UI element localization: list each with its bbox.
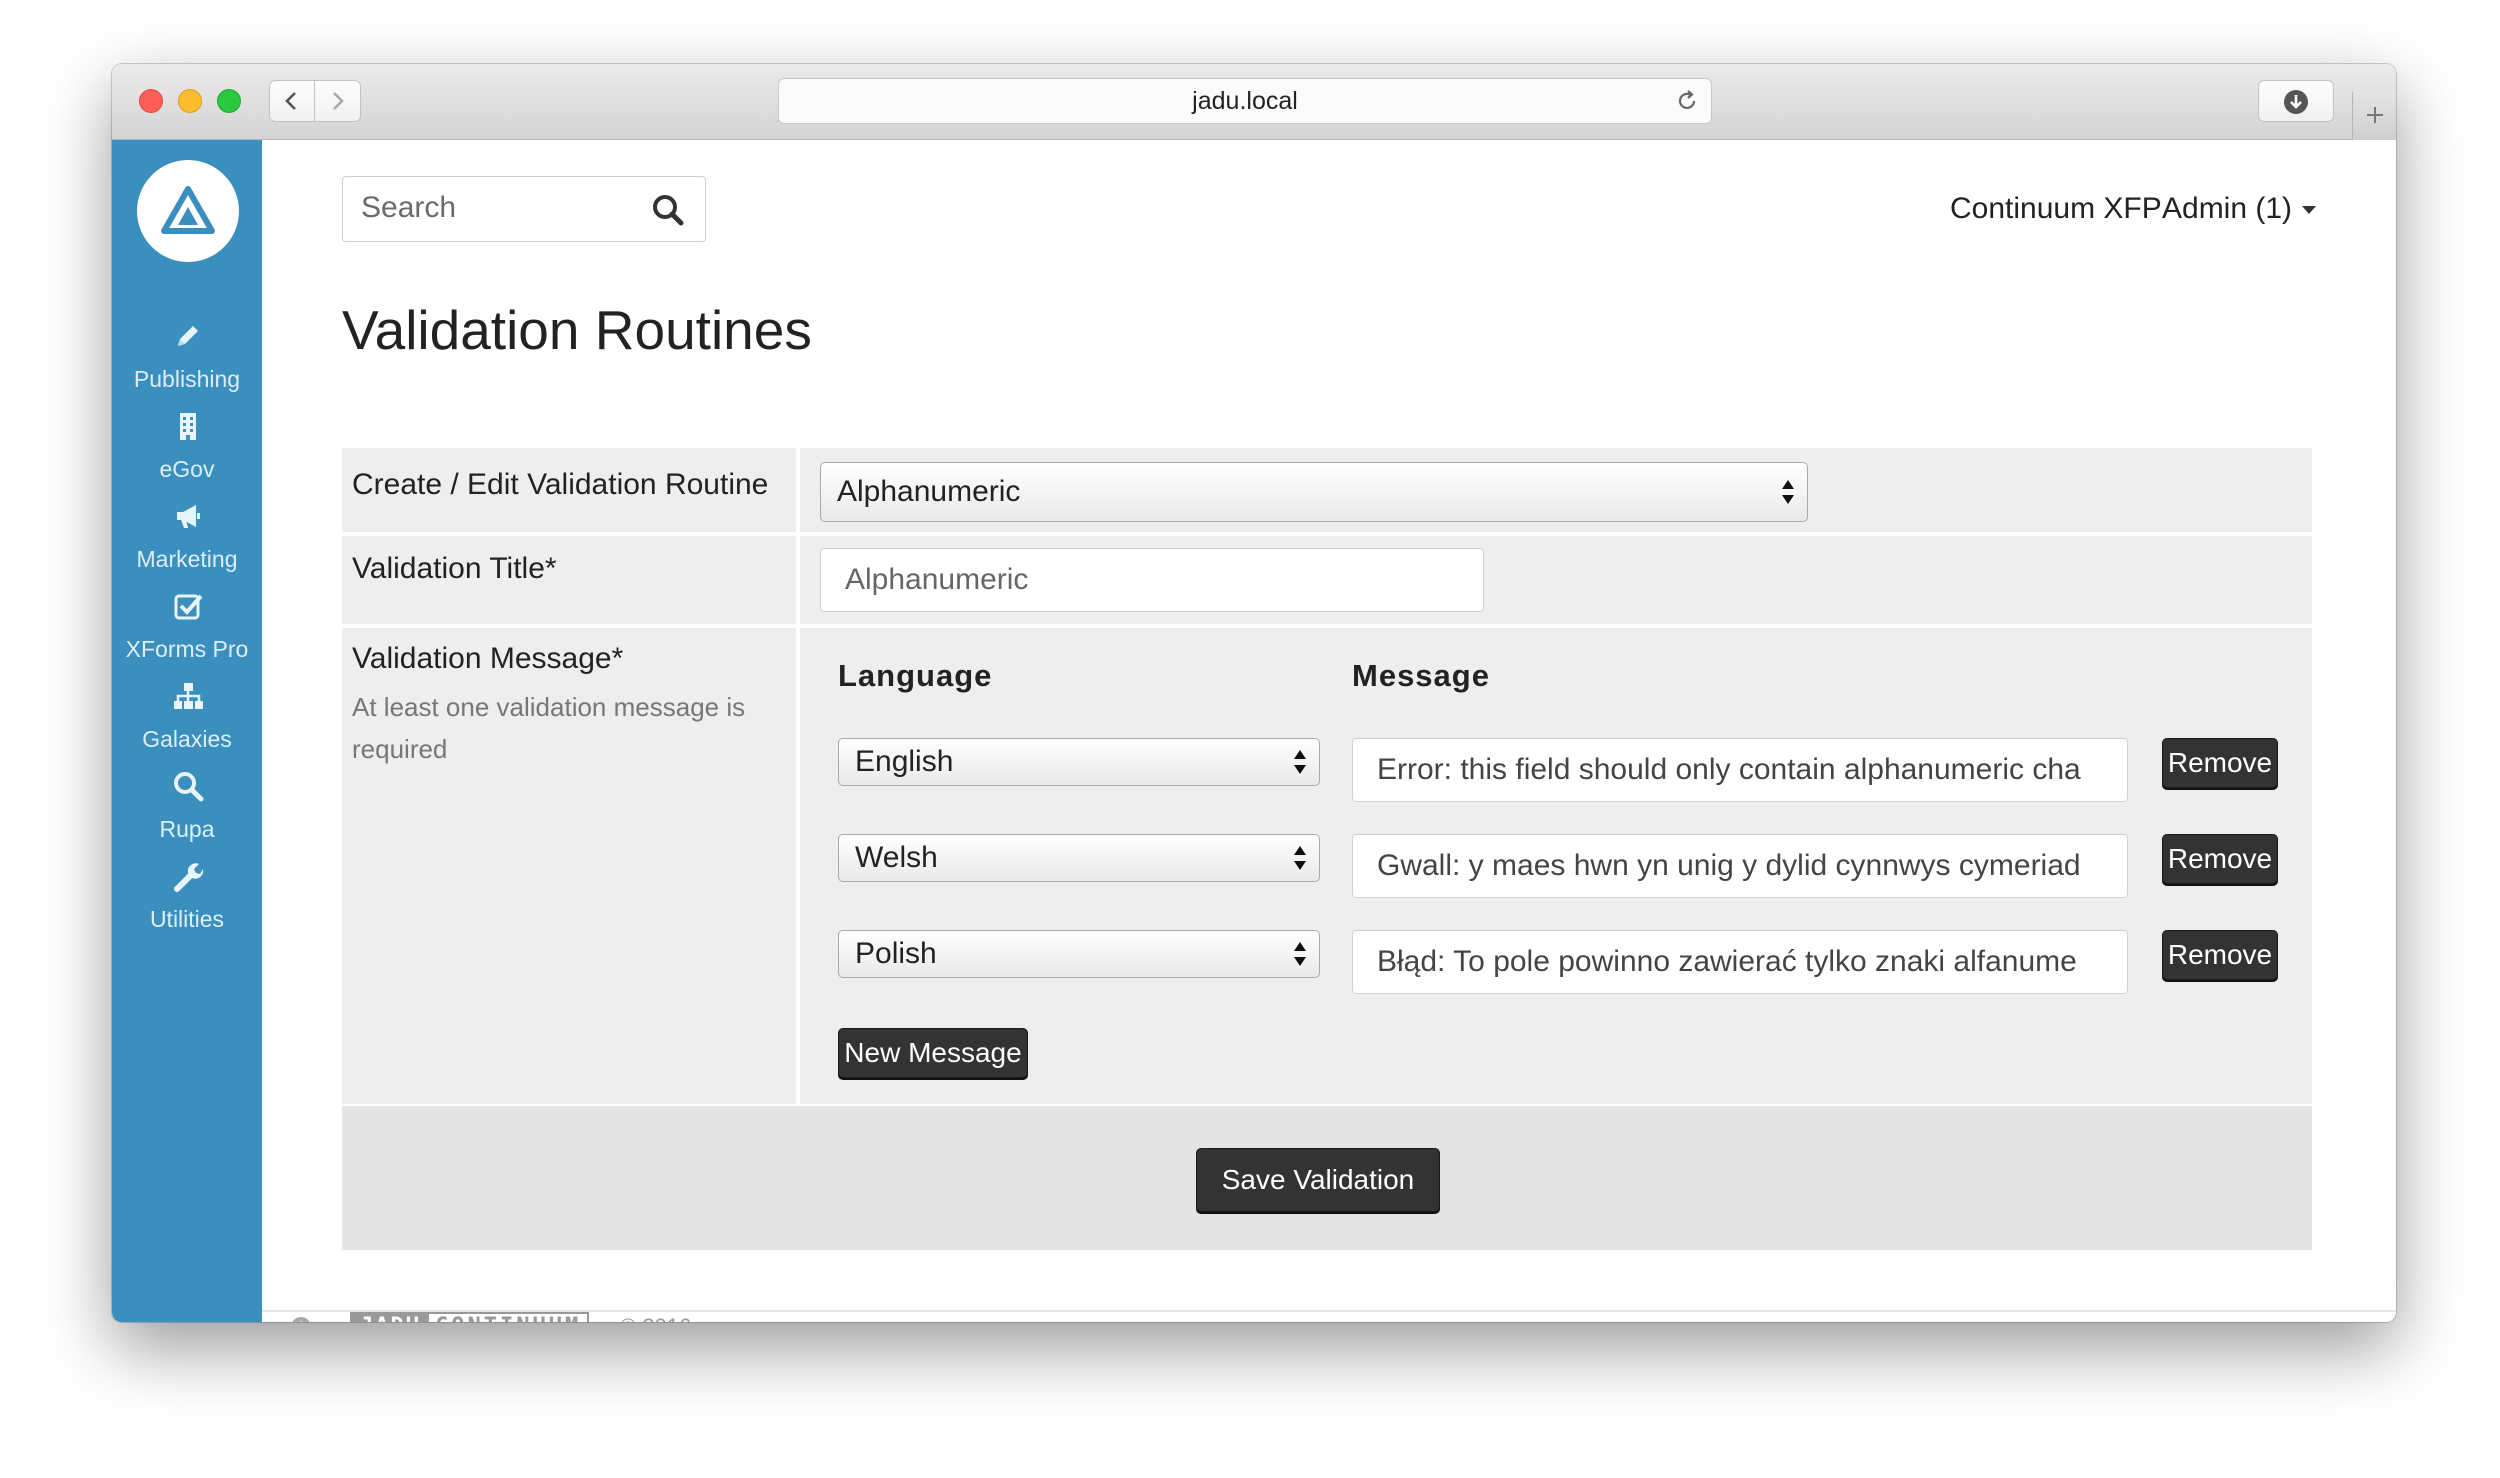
select-arrows-icon: [1293, 844, 1307, 872]
sitemap-icon: [174, 683, 203, 709]
messages-row: Validation Message* At least one validat…: [342, 628, 2312, 1104]
search-box: [342, 176, 706, 242]
message-input[interactable]: [1352, 738, 2128, 802]
sidebar-item-label: eGov: [159, 456, 215, 482]
messages-help-text: At least one validation message is requi…: [352, 692, 746, 764]
routine-row: Create / Edit Validation Routine Alphanu…: [342, 448, 2312, 532]
checkbox-icon: [174, 594, 203, 620]
save-validation-button[interactable]: Save Validation: [1196, 1148, 1440, 1212]
sidebar-item-label: Publishing: [133, 366, 241, 392]
routine-label-cell: Create / Edit Validation Routine: [342, 448, 796, 532]
routine-input-cell: Alphanumeric: [800, 448, 2312, 532]
language-column-header: Language: [838, 658, 993, 693]
address-bar-url: jadu.local: [1192, 87, 1298, 115]
logo-jadu-text: JADU: [352, 1314, 429, 1322]
triangle-logo-icon: [161, 186, 215, 234]
title-row: Validation Title*: [342, 536, 2312, 624]
logo-continuum-text: CONTINUUM: [429, 1314, 587, 1322]
browser-window: jadu.local Publishing eGov Marketing XFo…: [112, 64, 2396, 1322]
maximize-window-button[interactable]: [217, 89, 241, 113]
download-icon: [2284, 90, 2308, 114]
page-title: Validation Routines: [342, 299, 812, 361]
remove-message-button[interactable]: Remove: [2162, 834, 2278, 884]
title-label-cell: Validation Title*: [342, 536, 796, 624]
search-icon[interactable]: [651, 193, 685, 227]
building-icon: [180, 413, 196, 440]
sidebar-item-label: Rupa: [159, 816, 215, 842]
form-actions: Save Validation: [342, 1106, 2312, 1250]
downloads-button[interactable]: [2258, 80, 2334, 122]
search-icon: [174, 772, 204, 802]
forward-button[interactable]: [315, 80, 361, 122]
megaphone-icon: [177, 505, 200, 528]
sidebar-item-label: Utilities: [149, 906, 225, 932]
jadu-continuum-logo: JADU CONTINUUM: [350, 1312, 590, 1322]
product-link[interactable]: Continuum XFP: [1950, 192, 2162, 226]
routine-select-value: Alphanumeric: [837, 475, 1021, 508]
language-select-value: Welsh: [855, 841, 938, 874]
new-tab-button[interactable]: [2352, 92, 2396, 140]
admin-menu[interactable]: Admin (1): [2162, 192, 2316, 226]
message-input[interactable]: [1352, 834, 2128, 898]
pencil-icon: [178, 326, 198, 346]
routine-label: Create / Edit Validation Routine: [352, 468, 769, 501]
remove-message-button[interactable]: Remove: [2162, 930, 2278, 980]
main-content: Continuum XFP Admin (1) Validation Routi…: [262, 140, 2396, 1322]
close-window-button[interactable]: [139, 89, 163, 113]
select-arrows-icon: [1293, 748, 1307, 776]
language-select-value: Polish: [855, 937, 937, 970]
search-input[interactable]: [343, 177, 643, 239]
language-select[interactable]: English: [838, 738, 1320, 786]
chevron-right-icon: [333, 92, 344, 110]
address-bar[interactable]: jadu.local: [778, 78, 1712, 124]
caret-down-icon: [2302, 206, 2316, 214]
title-label: Validation Title*: [352, 552, 557, 585]
select-arrows-icon: [1293, 940, 1307, 968]
scroll-to-top-icon[interactable]: [290, 1316, 312, 1322]
copyright-text: © 2016: [620, 1314, 691, 1322]
sidebar-item-label: XForms Pro: [125, 636, 249, 662]
plus-icon: [2367, 107, 2383, 123]
message-input[interactable]: [1352, 930, 2128, 994]
admin-menu-label: Admin (1): [2162, 192, 2293, 225]
new-message-button[interactable]: New Message: [838, 1028, 1028, 1078]
sidebar-item-utilities[interactable]: Utilities: [112, 860, 262, 970]
remove-message-button[interactable]: Remove: [2162, 738, 2278, 788]
routine-select[interactable]: Alphanumeric: [820, 462, 1808, 522]
jadu-logo[interactable]: [137, 160, 239, 262]
message-column-header: Message: [1352, 658, 1490, 693]
chevron-left-icon: [285, 92, 296, 110]
browser-titlebar: jadu.local: [112, 64, 2396, 140]
title-input-cell: [800, 536, 2312, 624]
messages-label-cell: Validation Message* At least one validat…: [342, 628, 796, 1104]
messages-label: Validation Message*: [352, 642, 624, 675]
language-select-value: English: [855, 745, 954, 778]
validation-title-input[interactable]: [820, 548, 1484, 612]
messages-cell: Language Message English Remove Welsh Re…: [800, 628, 2312, 1104]
page-footer: JADU CONTINUUM © 2016: [262, 1312, 2396, 1322]
reload-icon[interactable]: [1675, 89, 1699, 113]
wrench-icon: [174, 863, 204, 892]
sidebar-item-label: Marketing: [136, 546, 238, 572]
sidebar-item-label: Galaxies: [142, 726, 232, 752]
back-button[interactable]: [269, 80, 315, 122]
sidebar: Publishing eGov Marketing XForms Pro Gal…: [112, 140, 262, 1322]
language-select[interactable]: Polish: [838, 930, 1320, 978]
minimize-window-button[interactable]: [178, 89, 202, 113]
select-arrows-icon: [1781, 478, 1795, 506]
language-select[interactable]: Welsh: [838, 834, 1320, 882]
